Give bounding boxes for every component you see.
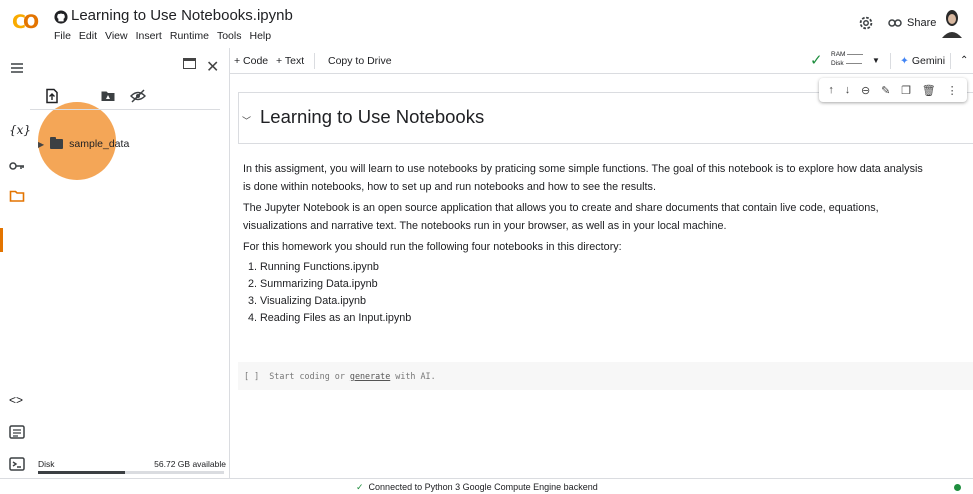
menu-tools[interactable]: Tools [217,30,242,42]
add-text-button[interactable]: + Text [276,55,304,67]
code-cell-placeholder[interactable]: [ ] Start coding or generate with AI. [244,371,436,381]
active-indicator [0,228,3,252]
move-down-icon[interactable]: ↓ [845,84,851,96]
menu-insert[interactable]: Insert [136,30,162,42]
resource-monitor[interactable]: RAM Disk [831,50,864,68]
link-icon[interactable]: ⊖ [861,84,870,97]
generate-link[interactable]: generate [350,371,390,381]
gear-icon[interactable] [857,14,875,32]
files-panel: ✕ ▶ sample_data Disk 56.72 GB available [30,48,230,478]
placeholder-text-end: with AI. [390,371,436,381]
markdown-cell[interactable]: In this assigment, you will learn to use… [243,160,933,327]
code-snippets-icon[interactable]: <> [9,393,25,409]
notebook-toolbar: + Code + Text Copy to Drive ✓ RAM Disk ▼… [230,48,973,74]
toolbar-divider [950,53,951,69]
gemini-label: Gemini [911,55,946,67]
upload-icon[interactable] [44,88,60,104]
close-icon[interactable]: ✕ [206,57,219,77]
list-item: Running Functions.ipynb [260,259,933,276]
share-label: Share [907,17,937,29]
add-code-button[interactable]: + Code [234,55,268,67]
toolbar-divider [314,53,315,69]
menu-view[interactable]: View [105,30,128,42]
connected-check-icon: ✓ [810,52,823,69]
copy-to-drive-button[interactable]: Copy to Drive [328,55,392,67]
colab-logo[interactable]: CO [12,11,39,33]
header: CO Learning to Use Notebooks.ipynb File … [0,0,973,48]
edit-icon[interactable]: ✎ [881,84,890,97]
menu-edit[interactable]: Edit [79,30,97,42]
disk-label-toolbar: Disk [831,60,844,67]
table-of-contents-icon[interactable] [9,60,25,76]
chevron-down-icon[interactable]: ▼ [872,56,880,65]
menubar: File Edit View Insert Runtime Tools Help [54,30,271,42]
mount-drive-icon[interactable] [100,88,116,104]
menu-file[interactable]: File [54,30,71,42]
hidden-files-icon[interactable] [130,88,146,104]
notebook-title[interactable]: Learning to Use Notebooks.ipynb [71,7,293,24]
paragraph: For this homework you should run the fol… [243,241,622,253]
link-icon [888,19,902,27]
command-palette-icon[interactable] [9,424,25,440]
status-bar: ✓ Connected to Python 3 Google Compute E… [0,478,973,494]
list-item: Reading Files as an Input.ipynb [260,310,933,327]
list-item: Summarizing Data.ipynb [260,276,933,293]
terminal-icon[interactable] [9,456,25,472]
chevron-up-icon[interactable]: ⌃ [960,55,968,66]
list-item: Visualizing Data.ipynb [260,293,933,310]
gemini-icon: ✦ [900,55,909,67]
expand-icon[interactable]: ▶ [38,140,44,149]
avatar[interactable] [940,8,964,38]
ram-label: RAM [831,51,846,58]
paragraph: In this assigment, you will learn to use… [243,163,923,193]
key-icon[interactable] [9,158,25,174]
disk-available: 56.72 GB available [154,459,226,469]
collapse-chevron-icon[interactable]: ﹀ [242,114,251,127]
delete-icon[interactable]: 🗑 [922,84,936,97]
file-tree-item-label: sample_data [69,138,130,150]
status-message: Connected to Python 3 Google Compute Eng… [368,482,598,492]
notebook-heading: Learning to Use Notebooks [260,106,485,127]
open-in-tab-icon[interactable] [183,58,196,69]
check-icon: ✓ [356,482,364,492]
left-rail: {x} <> [0,48,31,478]
panel-header: ✕ [30,48,230,80]
file-tree-item[interactable]: ▶ sample_data [38,137,130,150]
more-icon[interactable]: ⋮ [947,84,958,97]
code-cell[interactable]: [ ] Start coding or generate with AI. [238,362,973,390]
toolbar-divider [890,53,891,69]
status-dot [954,484,961,491]
disk-bar-fill [38,471,126,474]
folder-icon [50,137,64,149]
placeholder-text: Start coding or [269,371,350,381]
gemini-button[interactable]: ✦ Gemini [900,55,945,67]
cell-toolbar: ↑ ↓ ⊖ ✎ ❐ 🗑 ⋮ [819,78,967,102]
connection-status[interactable]: ✓ Connected to Python 3 Google Compute E… [356,482,598,493]
menu-help[interactable]: Help [249,30,271,42]
menu-runtime[interactable]: Runtime [170,30,209,42]
move-up-icon[interactable]: ↑ [828,84,834,96]
github-icon [54,10,68,24]
disk-bar [38,471,224,474]
paragraph: The Jupyter Notebook is an open source a… [243,202,879,232]
disk-label: Disk [38,459,55,469]
variables-icon[interactable]: {x} [9,123,31,139]
mirror-cell-icon[interactable]: ❐ [901,84,911,97]
run-prompt[interactable]: [ ] [244,371,259,381]
folder-icon[interactable] [9,188,25,204]
share-button[interactable]: Share [888,17,936,29]
files-toolbar [30,84,220,110]
notebook-list: Running Functions.ipynb Summarizing Data… [260,259,933,327]
